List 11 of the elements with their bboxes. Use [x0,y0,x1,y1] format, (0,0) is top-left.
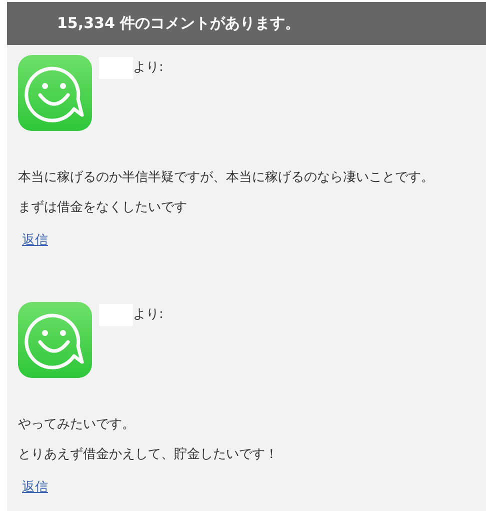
reply-link[interactable]: 返信 [22,231,48,250]
smiley-chat-icon [18,55,92,131]
comment-text: やってみたいです。 [18,416,136,434]
reply-link[interactable]: 返信 [22,478,48,498]
smiley-chat-icon [18,302,92,378]
author-label: より: [133,59,164,77]
author-label: より: [133,306,164,324]
comment-text: まずは借金をなくしたいです [18,199,188,217]
comment-text: とりあえず借金かえして、貯金したいです！ [18,446,279,464]
comment-text: 本当に稼げるのか半信半疑ですが、本当に稼げるのなら凄いことです。 [18,169,435,187]
comment-count-title: 15,334 件のコメントがあります。 [57,13,300,34]
